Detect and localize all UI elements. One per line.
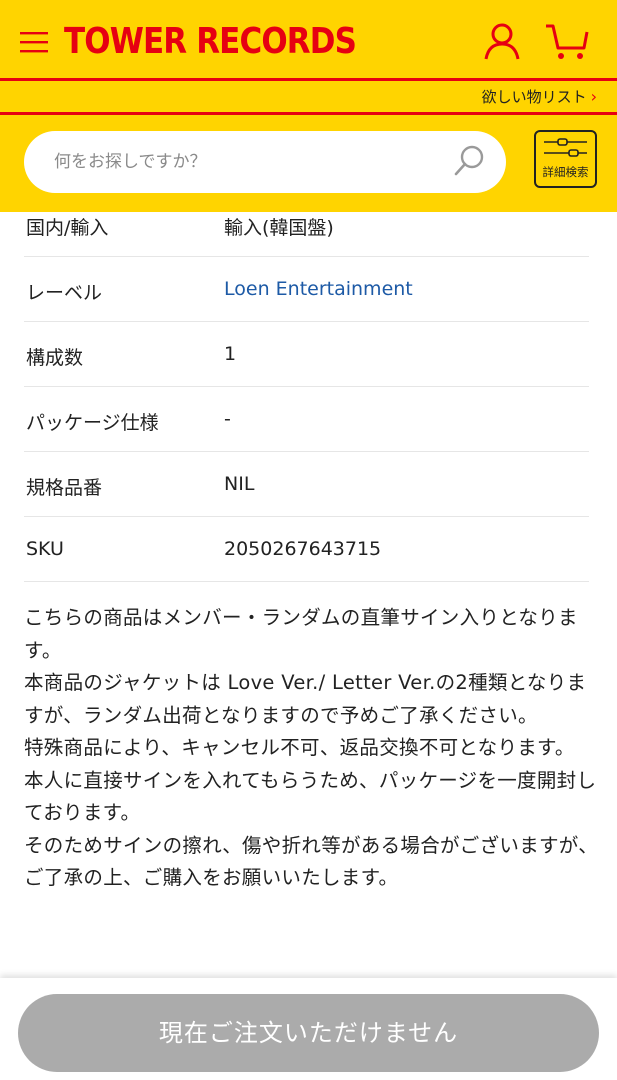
- description-paragraph: そのためサインの擦れ、傷や折れ等がある場合がございますが、ご了承の上、ご購入をお…: [24, 833, 599, 890]
- spec-row: 規格品番 NIL: [24, 452, 589, 517]
- spec-value: 輸入(韓国盤): [224, 217, 334, 239]
- product-description: こちらの商品はメンバー・ランダムの直筆サイン入りとなります。 本商品のジャケット…: [24, 602, 599, 895]
- spec-value: NIL: [224, 473, 255, 495]
- spec-label: レーベル: [26, 282, 103, 304]
- spec-row: パッケージ仕様 -: [24, 387, 589, 452]
- site-header: TOWER RECORDS 欲しい物リスト › 何をお探しですか？ 詳細検索: [0, 0, 617, 212]
- hamburger-menu-icon[interactable]: [18, 26, 50, 58]
- chevron-right-icon: ›: [590, 87, 597, 106]
- header-divider-bottom: [0, 112, 617, 115]
- description-paragraph: 特殊商品により、キャンセル不可、返品交換不可となります。: [24, 736, 575, 759]
- spec-label: 構成数: [26, 347, 84, 369]
- description-paragraph: 本人に直接サインを入れてもらうため、パッケージを一度開封しております。: [24, 768, 597, 825]
- spec-label: SKU: [26, 538, 64, 560]
- spec-value: 2050267643715: [224, 538, 382, 560]
- wishlist-label: 欲しい物リスト: [481, 88, 587, 106]
- description-paragraph: こちらの商品はメンバー・ランダムの直筆サイン入りとなります。: [24, 606, 578, 662]
- search-icon[interactable]: [452, 143, 488, 179]
- spec-value: -: [224, 408, 231, 430]
- spec-label: パッケージ仕様: [26, 412, 159, 434]
- cart-icon[interactable]: [544, 22, 590, 62]
- spec-row: 国内/輸入 輸入(韓国盤): [24, 212, 589, 257]
- advanced-search-label: 詳細検索: [542, 165, 589, 179]
- site-logo[interactable]: TOWER RECORDS: [64, 19, 357, 65]
- user-icon[interactable]: [482, 22, 522, 62]
- order-button[interactable]: 現在ご注文いただけません: [18, 994, 599, 1072]
- spec-row: SKU 2050267643715: [24, 517, 589, 582]
- wishlist-link[interactable]: 欲しい物リスト ›: [482, 86, 597, 107]
- sliders-icon: [544, 138, 587, 157]
- search-input[interactable]: [54, 145, 434, 179]
- order-footer: 現在ご注文いただけません: [0, 978, 617, 1080]
- wishlist-row: 欲しい物リスト ›: [0, 81, 617, 113]
- search-box: [24, 131, 506, 193]
- spec-row: 構成数 1: [24, 322, 589, 387]
- advanced-search-button[interactable]: 詳細検索: [534, 130, 597, 188]
- description-paragraph: 本商品のジャケットは Love Ver./ Letter Ver.の2種類となり…: [24, 671, 587, 727]
- spec-label: 規格品番: [26, 477, 103, 499]
- label-link[interactable]: Loen Entertainment: [224, 278, 413, 300]
- top-bar: TOWER RECORDS: [0, 0, 617, 80]
- spec-value: 1: [224, 343, 237, 365]
- spec-label: 国内/輸入: [26, 217, 109, 239]
- spec-row: レーベル Loen Entertainment: [24, 257, 589, 322]
- product-details: 国内/輸入 輸入(韓国盤) レーベル Loen Entertainment 構成…: [0, 212, 617, 978]
